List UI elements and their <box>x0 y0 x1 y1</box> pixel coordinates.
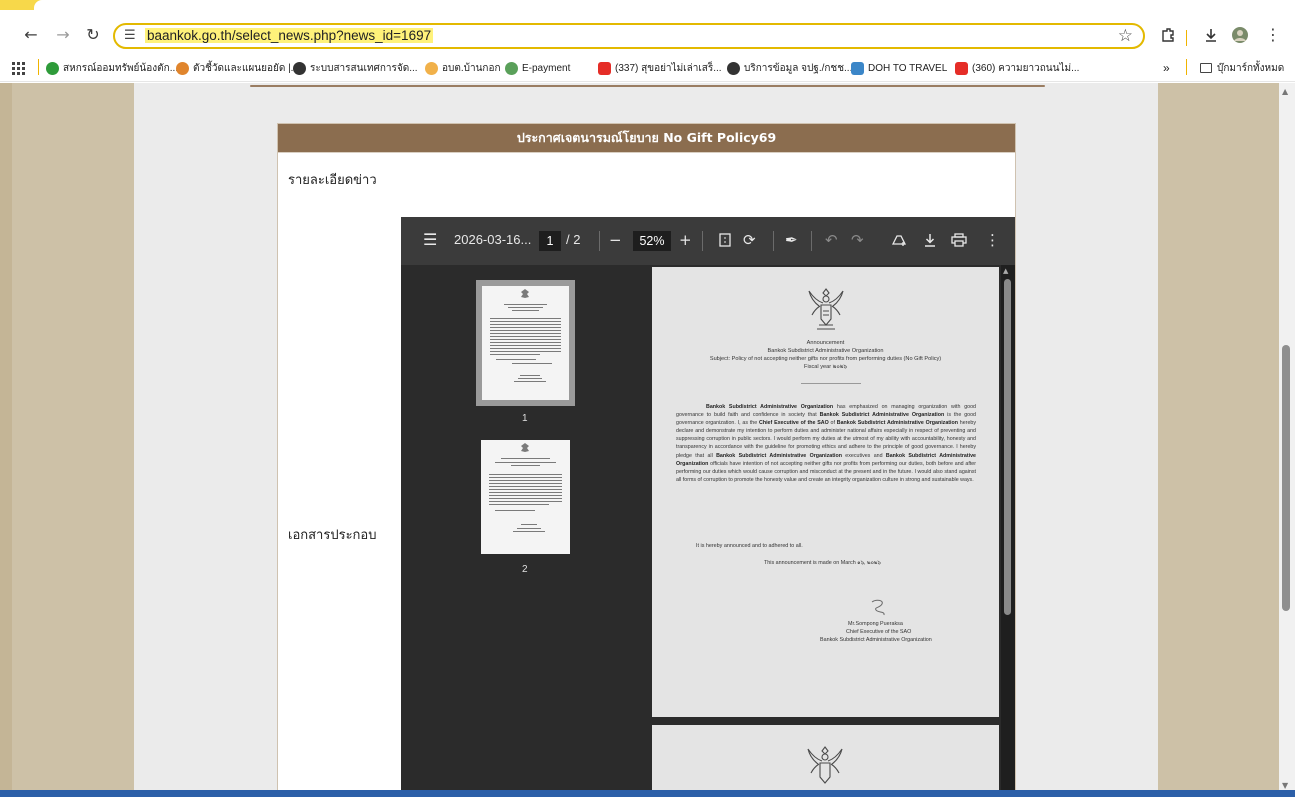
garuda-emblem-icon <box>807 746 843 784</box>
doc-announced: It is hereby announced and to adhered to… <box>696 543 803 549</box>
add-drive-icon[interactable] <box>891 230 907 253</box>
scroll-up-icon[interactable]: ▲ <box>1003 267 1008 275</box>
bookmark-item[interactable]: สหกรณ์ออมทรัพย์น้องตัก... <box>46 60 178 76</box>
doc-date-line: This announcement is made on March ๑๖, ๒… <box>764 560 881 566</box>
youtube-icon <box>955 61 968 75</box>
seal-logo-icon <box>425 61 438 75</box>
download-icon[interactable] <box>1200 24 1222 46</box>
tab-strip <box>0 0 1295 10</box>
bookmark-star-icon[interactable]: ☆ <box>1118 26 1133 46</box>
pdf-page-1: Announcement Bankok Subdistrict Administ… <box>652 267 999 717</box>
address-bar[interactable]: ☰ baankok.go.th/select_news.php?news_id=… <box>113 23 1145 49</box>
pdf-viewer: ☰ 2026-03-16... 1 / 2 − 52% + ⟳ ✒ ↶ ↷ ⋮ <box>401 217 1015 797</box>
profile-avatar-icon[interactable] <box>1229 24 1251 46</box>
sidebar-menu-icon[interactable]: ☰ <box>423 230 437 250</box>
bookmark-item[interactable]: ระบบสารสนเทศการจัด... <box>293 60 418 76</box>
url-text[interactable]: baankok.go.th/select_news.php?news_id=16… <box>145 28 434 43</box>
site-info-icon[interactable]: ☰ <box>124 28 136 43</box>
globe-icon <box>293 61 306 75</box>
news-detail-label: รายละเอียดข่าว <box>288 173 377 188</box>
scroll-up-icon[interactable]: ▲ <box>1282 87 1288 96</box>
pdf-scrollbar[interactable]: ▲ <box>1001 265 1015 797</box>
print-icon[interactable] <box>951 230 967 252</box>
forward-arrow-icon[interactable]: → <box>52 24 74 46</box>
scroll-down-icon[interactable]: ▼ <box>1282 781 1288 790</box>
annotate-pen-icon[interactable]: ✒ <box>785 230 798 250</box>
divider <box>250 85 1045 87</box>
thumbnail-number: 2 <box>522 564 528 575</box>
browser-toolbar: ← → ↻ ☰ baankok.go.th/select_news.php?ne… <box>0 10 1295 54</box>
bookmark-item[interactable]: (360) ความยาวถนนไม่... <box>955 60 1079 76</box>
youtube-icon <box>598 61 611 75</box>
bookmarks-overflow-button[interactable]: » <box>1163 60 1170 76</box>
back-arrow-icon[interactable]: ← <box>20 24 42 46</box>
browser-menu-icon[interactable]: ⋮ <box>1262 24 1284 46</box>
more-options-icon[interactable]: ⋮ <box>985 230 1000 250</box>
all-bookmarks-folder[interactable]: บุ๊กมาร์กทั้งหมด <box>1200 60 1284 76</box>
thumbnail-page-1[interactable] <box>476 280 575 406</box>
pdf-document-area[interactable]: Announcement Bankok Subdistrict Administ… <box>649 265 1015 797</box>
doc-heading: Announcement <box>806 340 845 346</box>
bookmarks-bar: สหกรณ์ออมทรัพย์น้องตัก... ตัวชี้วัดและแผ… <box>0 54 1295 82</box>
doc-organization: Bankok Subdistrict Administrative Organi… <box>767 348 884 354</box>
ring-logo-icon <box>176 61 189 75</box>
news-title: ประกาศเจตนารมณ์โยบาย No Gift Policy69 <box>278 124 1015 152</box>
pdf-filename: 2026-03-16... <box>454 232 532 247</box>
pdf-toolbar: ☰ 2026-03-16... 1 / 2 − 52% + ⟳ ✒ ↶ ↷ ⋮ <box>401 217 1015 265</box>
zoom-out-icon[interactable]: − <box>609 230 622 250</box>
zoom-level-input[interactable]: 52% <box>633 231 671 251</box>
undo-icon[interactable]: ↶ <box>825 230 838 250</box>
taskbar <box>0 790 1295 797</box>
garuda-emblem-icon <box>808 288 844 330</box>
folder-icon <box>1200 63 1212 73</box>
zoom-in-icon[interactable]: + <box>679 230 692 250</box>
attachment-label: เอกสารประกอบ <box>288 528 377 543</box>
doc-signer-name: Mr.Sompong Pueraksa <box>848 621 903 627</box>
doc-fiscal-year: Fiscal year ๒๐๒๖ <box>804 364 847 370</box>
bookmark-item[interactable]: ตัวชี้วัดและแผนยอยัด |... <box>176 60 299 76</box>
bookmark-item[interactable]: DOH TO TRAVEL <box>851 60 947 76</box>
bookmark-item[interactable]: (337) สุขอย่าไม่เล่าเสร็... <box>598 60 722 76</box>
bookmark-item[interactable]: อบต.บ้านกอก <box>425 60 501 76</box>
thumbnail-number: 1 <box>522 413 528 424</box>
page-total: / 2 <box>566 232 581 247</box>
extensions-icon[interactable] <box>1157 24 1179 46</box>
signature-mark <box>871 599 885 616</box>
download-icon[interactable] <box>923 230 937 252</box>
doc-paragraph: Bankok Subdistrict Administrative Organi… <box>676 404 976 483</box>
thumbnail-page-2[interactable] <box>481 440 570 554</box>
doc-subject: Subject: Policy of not accepting neither… <box>709 356 942 362</box>
rotate-icon[interactable]: ⟳ <box>743 230 756 250</box>
doh-logo-icon <box>851 61 864 75</box>
reload-icon[interactable]: ↻ <box>82 24 104 46</box>
pdf-page-2 <box>652 725 999 797</box>
wifi-icon <box>46 61 59 75</box>
page-number-input[interactable]: 1 <box>539 231 561 251</box>
redo-icon[interactable]: ↷ <box>851 230 864 250</box>
apps-grid-icon[interactable] <box>12 60 25 76</box>
doc-signer-title: Chief Executive of the SAO <box>846 629 912 635</box>
pdf-scrollbar-thumb[interactable] <box>1004 279 1011 615</box>
doc-divider <box>801 383 861 384</box>
globe-icon <box>727 61 740 75</box>
page-scrollbar-thumb[interactable] <box>1282 345 1290 611</box>
thumbnail-sidebar: 1 2 <box>401 265 649 797</box>
bookmark-item[interactable]: บริการข้อมูล จปฐ./กชช... <box>727 60 852 76</box>
fit-page-icon[interactable] <box>719 230 731 252</box>
doc-signer-org: Bankok Subdistrict Administrative Organi… <box>820 637 932 643</box>
bookmark-item[interactable]: E-payment <box>505 60 570 76</box>
page-scrollbar[interactable]: ▲ ▼ <box>1279 83 1295 797</box>
epayment-icon <box>505 61 518 75</box>
